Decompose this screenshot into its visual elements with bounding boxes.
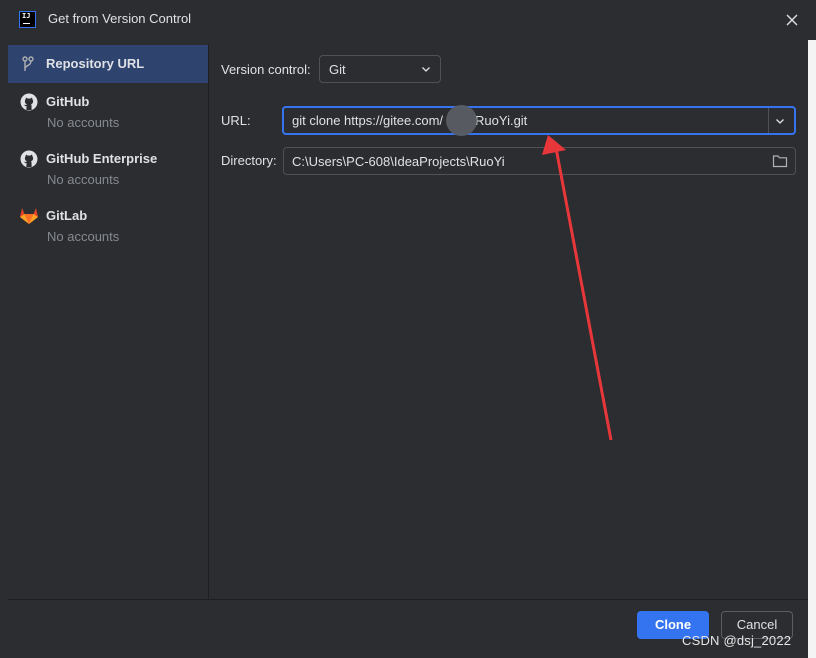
directory-label: Directory: bbox=[221, 153, 277, 168]
sidebar-item-label: Repository URL bbox=[46, 56, 145, 71]
sidebar-item-github[interactable]: GitHub No accounts bbox=[8, 91, 208, 139]
directory-value: C:\Users\PC-608\IdeaProjects\RuoYi bbox=[292, 154, 505, 169]
url-input[interactable]: git clone https://gitee.com/RuoYi.git bbox=[282, 106, 796, 135]
url-dropdown-divider bbox=[768, 108, 769, 133]
sidebar-item-github-enterprise[interactable]: GitHub Enterprise No accounts bbox=[8, 148, 208, 196]
version-control-value: Git bbox=[329, 62, 346, 77]
github-icon bbox=[20, 93, 38, 114]
chevron-down-icon bbox=[776, 119, 784, 124]
sidebar-item-repository-url[interactable]: Repository URL bbox=[8, 45, 208, 83]
close-icon bbox=[786, 14, 798, 26]
browse-folder-button[interactable] bbox=[772, 154, 788, 173]
sidebar-item-status: No accounts bbox=[47, 172, 120, 187]
sidebar-item-label: GitHub Enterprise bbox=[46, 151, 158, 166]
version-control-label: Version control: bbox=[221, 62, 311, 77]
folder-icon bbox=[772, 155, 788, 168]
dialog-title: Get from Version Control bbox=[48, 11, 192, 26]
url-value-start: git clone https://gitee.com/ bbox=[292, 113, 444, 128]
gitlab-icon bbox=[19, 206, 39, 228]
url-history-dropdown[interactable] bbox=[774, 114, 786, 132]
directory-input[interactable]: C:\Users\PC-608\IdeaProjects\RuoYi bbox=[283, 147, 796, 175]
sidebar: Repository URL GitHub No accounts GitHub… bbox=[8, 44, 209, 599]
sidebar-item-gitlab[interactable]: GitLab No accounts bbox=[8, 205, 208, 253]
dialog-window: IJ Get from Version Control Repository U… bbox=[0, 0, 816, 658]
intellij-logo-icon: IJ bbox=[19, 11, 36, 28]
url-value: git clone https://gitee.com/RuoYi.git bbox=[292, 113, 527, 128]
url-label: URL: bbox=[221, 113, 251, 128]
sidebar-item-label: GitHub bbox=[46, 94, 90, 109]
close-button[interactable] bbox=[782, 10, 802, 30]
chevron-down-icon bbox=[420, 63, 432, 78]
version-control-select[interactable]: Git bbox=[319, 55, 441, 83]
sidebar-item-status: No accounts bbox=[47, 229, 120, 244]
redaction-blur bbox=[446, 105, 477, 136]
sidebar-item-status: No accounts bbox=[47, 115, 120, 130]
title-bar: IJ Get from Version Control bbox=[0, 0, 816, 40]
url-value-end: RuoYi.git bbox=[475, 113, 528, 128]
watermark-text: CSDN @dsj_2022 bbox=[682, 633, 792, 648]
window-left-edge bbox=[0, 40, 8, 658]
vcs-branch-icon bbox=[20, 55, 36, 76]
github-icon bbox=[20, 150, 38, 171]
background-window-edge bbox=[808, 40, 816, 658]
sidebar-item-label: GitLab bbox=[46, 208, 88, 223]
